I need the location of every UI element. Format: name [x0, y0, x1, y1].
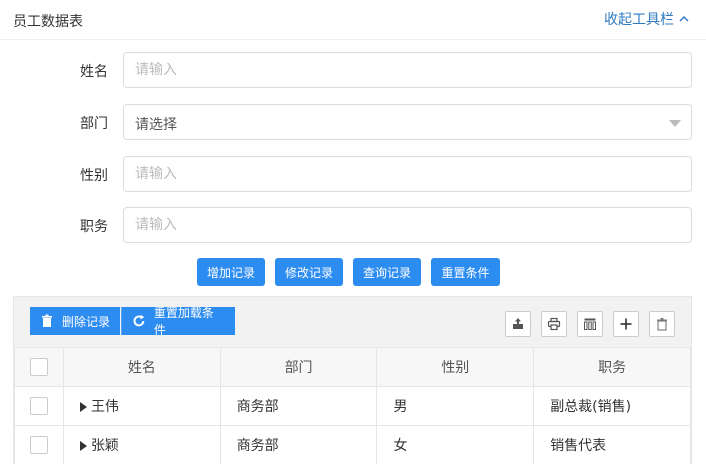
row-select-cell: [14, 425, 64, 464]
expand-triangle-icon[interactable]: [79, 402, 87, 412]
select-all-cell: [14, 347, 64, 387]
department-select[interactable]: 请选择: [123, 104, 692, 140]
remove-button[interactable]: [649, 311, 675, 337]
department-label: 部门: [80, 116, 108, 132]
print-button[interactable]: [541, 311, 567, 337]
form-row-gender: 性别: [0, 156, 706, 192]
chevron-up-icon: [679, 15, 689, 22]
add-icon: [620, 318, 632, 330]
gender-input[interactable]: [124, 157, 691, 191]
collapse-toolbar-label: 收起工具栏: [604, 12, 674, 28]
add-record-button[interactable]: 增加记录: [197, 258, 265, 286]
gender-label: 性别: [80, 168, 108, 184]
column-header-name[interactable]: 姓名: [62, 347, 221, 387]
gender-cell: 男: [376, 386, 535, 426]
delete-record-button[interactable]: 删除记录: [30, 307, 120, 335]
name-label: 姓名: [80, 64, 108, 80]
position-field-box: [123, 207, 692, 243]
gender-cell: 女: [376, 425, 535, 464]
trash-icon: [42, 314, 52, 327]
add-button[interactable]: [613, 311, 639, 337]
trash-icon: [657, 318, 667, 331]
reload-conditions-button[interactable]: 重置加载条件: [121, 306, 235, 337]
page-title: 员工数据表: [13, 14, 83, 30]
table-row[interactable]: 张颖 商务部 女 销售代表: [14, 425, 691, 464]
query-record-button[interactable]: 查询记录: [353, 258, 421, 286]
position-cell: 副总裁(销售): [533, 386, 691, 426]
form-row-position: 职务: [0, 207, 706, 243]
department-select-placeholder: 请选择: [135, 117, 177, 133]
name-cell: 王伟: [62, 386, 221, 426]
export-icon: [513, 318, 523, 329]
name-value: 张颖: [90, 438, 119, 454]
caret-down-icon: [669, 120, 681, 127]
expand-triangle-icon[interactable]: [79, 441, 87, 451]
position-label: 职务: [80, 219, 108, 235]
collapse-toolbar-button[interactable]: 收起工具栏: [604, 9, 690, 29]
edit-record-button[interactable]: 修改记录: [275, 258, 343, 286]
column-header-gender[interactable]: 性别: [376, 347, 535, 387]
name-value: 王伟: [90, 399, 119, 415]
row-select-cell: [14, 386, 64, 426]
refresh-icon: [133, 314, 145, 327]
print-icon: [547, 317, 561, 331]
columns-icon: [584, 318, 596, 330]
form-row-name: 姓名: [0, 52, 706, 88]
columns-button[interactable]: [577, 311, 603, 337]
data-table-panel: 删除记录 重置加载条件 姓名 部门 性别 职务 王伟 商务部 男 副总裁(销售)…: [13, 296, 692, 464]
row-checkbox[interactable]: [29, 436, 48, 454]
table-header-row: 姓名 部门 性别 职务: [14, 347, 691, 387]
name-input[interactable]: [124, 53, 691, 87]
reload-conditions-label: 重置加载条件: [153, 306, 214, 337]
name-cell: 张颖: [62, 425, 221, 464]
gender-field-box: [123, 156, 692, 192]
form-actions: 增加记录 修改记录 查询记录 重置条件: [0, 258, 706, 286]
name-field-box: [123, 52, 692, 88]
export-button[interactable]: [505, 311, 531, 337]
department-cell: 商务部: [219, 386, 378, 426]
form-row-department: 部门 请选择: [0, 104, 706, 140]
column-header-position[interactable]: 职务: [533, 347, 691, 387]
row-checkbox[interactable]: [29, 397, 48, 415]
reset-conditions-button[interactable]: 重置条件: [431, 258, 500, 286]
select-all-checkbox[interactable]: [29, 358, 48, 376]
position-input[interactable]: [124, 208, 691, 242]
table-row[interactable]: 王伟 商务部 男 副总裁(销售): [14, 386, 691, 426]
column-header-department[interactable]: 部门: [219, 347, 378, 387]
employee-table: 姓名 部门 性别 职务 王伟 商务部 男 副总裁(销售) 张颖 商务部 女 销售…: [14, 347, 691, 464]
position-cell: 销售代表: [533, 425, 691, 464]
panel-header: 员工数据表 收起工具栏: [0, 0, 706, 40]
department-cell: 商务部: [219, 425, 378, 464]
delete-record-label: 删除记录: [62, 314, 111, 329]
